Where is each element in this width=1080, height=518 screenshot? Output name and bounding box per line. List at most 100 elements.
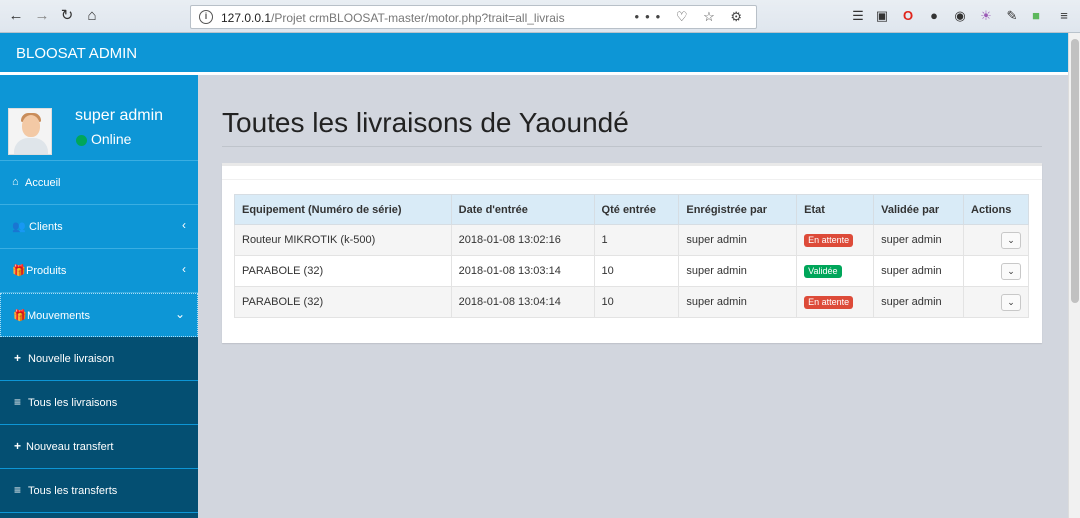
- sidebar: super admin Online ⌂ Accueil 👥 Clients ‹…: [0, 75, 198, 518]
- user-panel: super admin Online: [0, 75, 198, 161]
- column-header-etat[interactable]: Etat: [796, 194, 875, 225]
- column-header-validee[interactable]: Validée par: [873, 194, 965, 225]
- deliveries-table: Equipement (Numéro de série) Date d'entr…: [234, 194, 1029, 318]
- pen-icon[interactable]: ✎: [1004, 8, 1020, 24]
- gift-icon: 🎁: [12, 265, 26, 277]
- chevron-left-icon: ‹: [182, 218, 186, 232]
- table-row: Routeur MIKROTIK (k-500) 2018-01-08 13:0…: [234, 224, 1029, 256]
- table-row: PARABOLE (32) 2018-01-08 13:04:14 10 sup…: [234, 286, 1029, 318]
- browser-toolbar: ← → ↻ ⌂ i 127.0.0.1/Projet crmBLOOSAT-ma…: [0, 0, 1080, 33]
- cell-etat: En attente: [796, 224, 875, 256]
- cell-validee: super admin: [873, 286, 965, 318]
- url-text[interactable]: 127.0.0.1/Projet crmBLOOSAT-master/motor…: [221, 11, 565, 25]
- home-icon: ⌂: [12, 176, 19, 188]
- submenu-item-label: Tous les transferts: [28, 485, 118, 497]
- forward-icon[interactable]: →: [32, 6, 52, 26]
- sidebar-item-label: Mouvements: [27, 310, 90, 322]
- submenu-mouvements: + Nouvelle livraison ≡ Tous les livraiso…: [0, 337, 198, 518]
- cell-date: 2018-01-08 13:04:14: [450, 286, 595, 318]
- sidebar-item-label: Clients: [29, 221, 63, 233]
- cell-enregistree: super admin: [678, 255, 798, 287]
- online-status-label: Online: [91, 131, 132, 147]
- brand-title[interactable]: BLOOSAT ADMIN: [16, 45, 137, 62]
- home-icon[interactable]: ⌂: [82, 6, 102, 26]
- cell-actions: ⌄: [963, 286, 1029, 318]
- actions-dropdown-button[interactable]: ⌄: [1001, 231, 1021, 249]
- submenu-item-label: Nouvelle livraison: [28, 353, 115, 365]
- avatar: [8, 108, 52, 155]
- gift-icon: 🎁: [13, 310, 27, 322]
- column-header-date[interactable]: Date d'entrée: [450, 194, 595, 225]
- extension-green-icon[interactable]: ■: [1028, 8, 1044, 24]
- addon-icon[interactable]: ☀: [978, 8, 994, 24]
- status-badge: En attente: [804, 295, 854, 309]
- sidebar-item-label: Produits: [26, 265, 67, 277]
- sidebar-item-produits[interactable]: 🎁 Produits ‹: [0, 249, 198, 293]
- cell-etat: En attente: [796, 286, 875, 318]
- menu-icon[interactable]: ≡: [1056, 8, 1072, 24]
- scrollbar-thumb[interactable]: [1071, 39, 1079, 303]
- cell-date: 2018-01-08 13:03:14: [450, 255, 595, 287]
- online-status-icon: [76, 135, 87, 146]
- column-header-qte[interactable]: Qté entrée: [593, 194, 680, 225]
- opera-icon[interactable]: O: [900, 8, 916, 24]
- box-header: [222, 166, 1042, 180]
- sidebar-item-clients[interactable]: 👥 Clients ‹: [0, 205, 198, 249]
- cell-enregistree: super admin: [678, 286, 798, 318]
- reload-icon[interactable]: ↻: [57, 6, 77, 26]
- chevron-down-icon: ⌄: [174, 307, 185, 321]
- cell-date: 2018-01-08 13:02:16: [450, 224, 595, 256]
- cell-equipement: PARABOLE (32): [234, 286, 452, 318]
- plus-icon: +: [14, 439, 22, 453]
- page-actions-icons[interactable]: ••• ♡ ☆ ⚙: [635, 9, 748, 25]
- column-header-actions[interactable]: Actions: [963, 194, 1029, 225]
- extension-icon[interactable]: ◉: [952, 8, 968, 24]
- table-header-row: Equipement (Numéro de série) Date d'entr…: [234, 194, 1029, 225]
- sidebar-item-mouvements[interactable]: 🎁 Mouvements ⌄: [0, 293, 198, 337]
- cell-actions: ⌄: [963, 255, 1029, 287]
- submenu-item-label: Nouveau transfert: [26, 441, 114, 453]
- chevron-left-icon: ‹: [182, 262, 186, 276]
- cell-equipement: Routeur MIKROTIK (k-500): [234, 224, 452, 256]
- cell-qte: 10: [593, 255, 680, 287]
- submenu-item-tous-les-livraisons[interactable]: ≡ Tous les livraisons: [0, 381, 198, 425]
- sidebar-item-label: Accueil: [25, 177, 61, 189]
- cell-qte: 10: [593, 286, 680, 318]
- page-title: Toutes les livraisons de Yaoundé: [222, 107, 629, 138]
- cell-validee: super admin: [873, 255, 965, 287]
- site-info-icon[interactable]: i: [199, 10, 213, 24]
- cell-actions: ⌄: [963, 224, 1029, 256]
- column-header-enregistree[interactable]: Enrégistrée par: [678, 194, 798, 225]
- status-badge: Validée: [804, 264, 842, 278]
- cell-etat: Validée: [796, 255, 875, 287]
- library-icon[interactable]: ☰: [850, 8, 866, 24]
- actions-dropdown-button[interactable]: ⌄: [1001, 293, 1021, 311]
- table-row: PARABOLE (32) 2018-01-08 13:03:14 10 sup…: [234, 255, 1029, 287]
- user-name: super admin: [75, 107, 164, 124]
- submenu-item-tous-les-transferts[interactable]: ≡ Tous les transferts: [0, 469, 198, 513]
- sidebar-icon[interactable]: ▣: [874, 8, 890, 24]
- back-icon[interactable]: ←: [6, 6, 26, 26]
- status-badge: En attente: [804, 233, 854, 247]
- main-content: Toutes les livraisons de Yaoundé Equipem…: [198, 75, 1068, 518]
- sidebar-item-accueil[interactable]: ⌂ Accueil: [0, 161, 198, 205]
- cell-validee: super admin: [873, 224, 965, 256]
- cell-qte: 1: [593, 224, 680, 256]
- cell-equipement: PARABOLE (32): [234, 255, 452, 287]
- list-icon: ≡: [14, 395, 22, 409]
- title-divider: [222, 146, 1042, 147]
- deliveries-box: Equipement (Numéro de série) Date d'entr…: [222, 163, 1042, 343]
- plus-icon: +: [14, 351, 22, 365]
- location-icon[interactable]: ●: [926, 8, 942, 24]
- users-icon: 👥: [12, 221, 26, 233]
- page-scrollbar[interactable]: [1068, 33, 1080, 518]
- cell-enregistree: super admin: [678, 224, 798, 256]
- submenu-item-label: Tous les livraisons: [28, 397, 118, 409]
- column-header-equipement[interactable]: Equipement (Numéro de série): [234, 194, 452, 225]
- list-icon: ≡: [14, 483, 22, 497]
- submenu-item-nouvelle-livraison[interactable]: + Nouvelle livraison: [0, 337, 198, 381]
- submenu-item-nouveau-transfert[interactable]: + Nouveau transfert: [0, 425, 198, 469]
- address-bar[interactable]: i 127.0.0.1/Projet crmBLOOSAT-master/mot…: [190, 5, 757, 29]
- actions-dropdown-button[interactable]: ⌄: [1001, 262, 1021, 280]
- app-header: BLOOSAT ADMIN: [0, 33, 1068, 74]
